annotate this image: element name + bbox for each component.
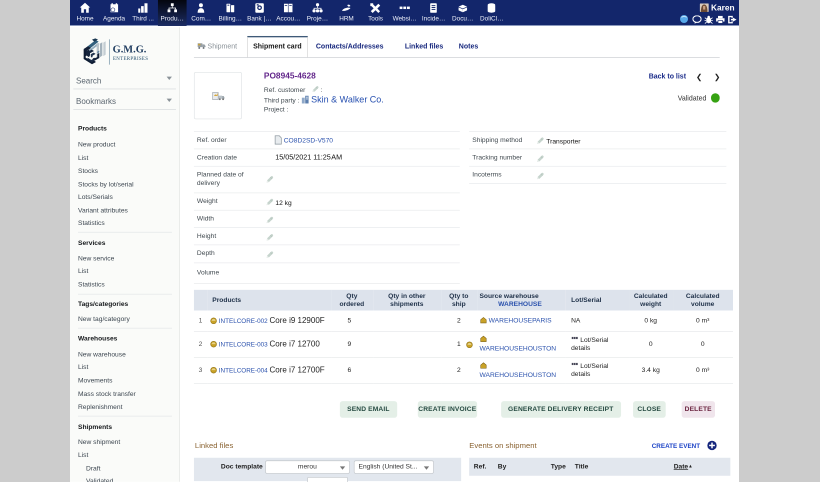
svg-text:ENTERPRISES: ENTERPRISES xyxy=(113,57,148,62)
svg-text:G.M.G.: G.M.G. xyxy=(113,44,147,55)
